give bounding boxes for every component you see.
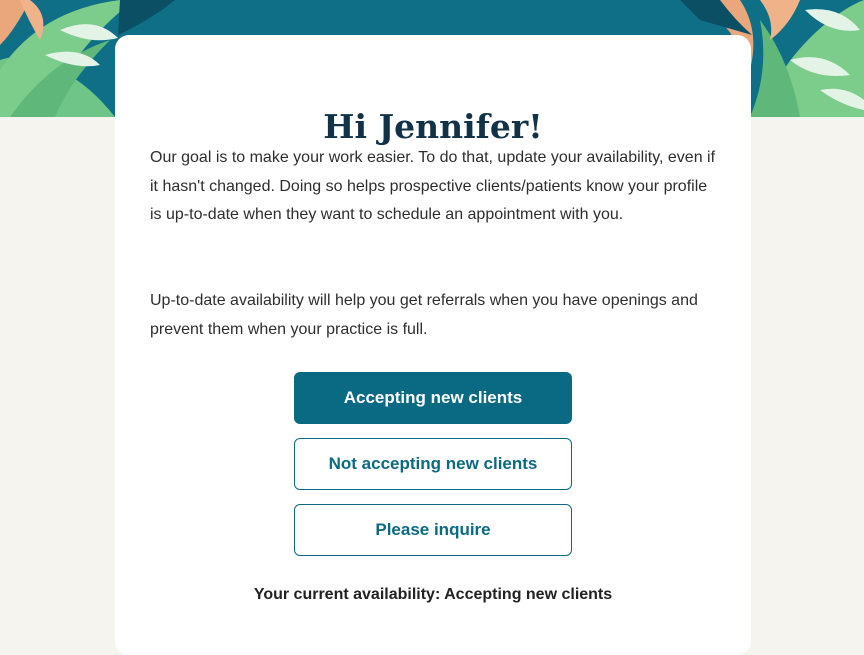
current-availability-text: Your current availability: Accepting new…	[253, 586, 613, 603]
availability-card: Hi Jennifer! Our goal is to make your wo…	[115, 35, 751, 655]
please-inquire-button[interactable]: Please inquire	[294, 504, 572, 556]
not-accepting-new-clients-button[interactable]: Not accepting new clients	[294, 438, 572, 490]
greeting-heading: Hi Jennifer!	[323, 107, 543, 146]
referral-paragraph: Up-to-date availability will help you ge…	[150, 292, 698, 338]
accepting-new-clients-button[interactable]: Accepting new clients	[294, 372, 572, 424]
intro-paragraph: Our goal is to make your work easier. To…	[150, 149, 716, 223]
